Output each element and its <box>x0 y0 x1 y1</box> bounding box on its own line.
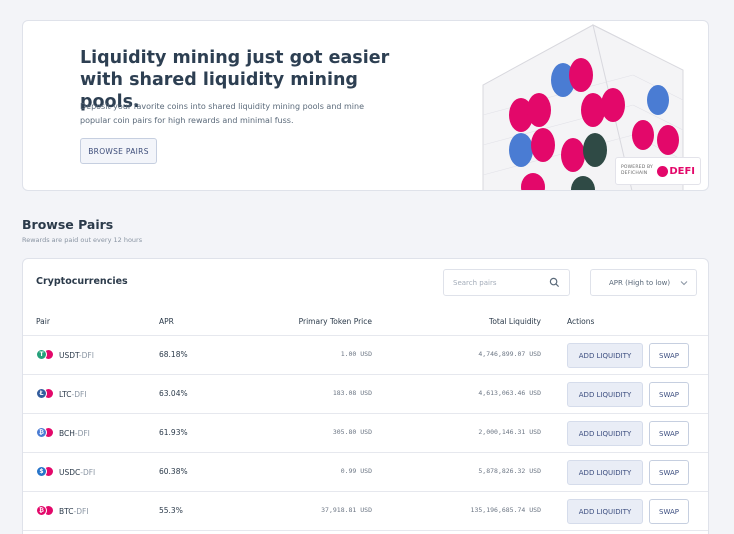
pair-icon: ₿ <box>36 425 55 441</box>
defichain-logo-icon <box>657 165 669 177</box>
browse-pairs-button[interactable]: BROWSE PAIRS <box>80 138 157 164</box>
pair-cell: ₿ BTC-DFI <box>36 503 89 519</box>
pair-cell: T USDT-DFI <box>36 347 94 363</box>
hero-description: Deposit your favorite coins into shared … <box>80 102 365 125</box>
pair-suffix: -DFI <box>73 506 89 516</box>
apr-value: 60.38% <box>159 467 188 476</box>
column-pair: Pair <box>36 317 50 326</box>
liquidity-value: 135,196,685.74 USD <box>470 506 541 514</box>
token-icon: ₿ <box>36 427 47 438</box>
swap-button[interactable]: SWAP <box>649 382 689 407</box>
pair-name: USDT-DFI <box>59 351 94 360</box>
search-placeholder: Search pairs <box>453 278 497 287</box>
pair-suffix: -DFI <box>78 350 94 360</box>
column-apr: APR <box>159 317 174 326</box>
column-price: Primary Token Price <box>298 317 372 326</box>
liquidity-value: 5,878,826.32 USD <box>478 467 541 475</box>
section-title: Browse Pairs <box>22 217 114 232</box>
pair-token: USDC <box>59 467 81 477</box>
pairs-panel: Cryptocurrencies Search pairs APR (High … <box>22 258 709 534</box>
pair-cell: Ł LTC-DFI <box>36 386 87 402</box>
table-header: Pair APR Primary Token Price Total Liqui… <box>23 311 708 336</box>
apr-value: 63.04% <box>159 389 188 398</box>
apr-value: 55.3% <box>159 506 183 515</box>
search-icon <box>549 277 560 288</box>
liquidity-value: 2,000,146.31 USD <box>478 428 541 436</box>
pair-icon: Ł <box>36 386 55 402</box>
add-liquidity-button[interactable]: ADD LIQUIDITY <box>567 343 643 368</box>
pair-cell: ₿ BCH-DFI <box>36 425 90 441</box>
table-row: ₿ BTC-DFI 55.3% 37,918.81 USD 135,196,68… <box>23 492 708 531</box>
chevron-down-icon <box>680 280 688 285</box>
column-liquidity: Total Liquidity <box>489 317 541 326</box>
add-liquidity-button[interactable]: ADD LIQUIDITY <box>567 382 643 407</box>
swap-button[interactable]: SWAP <box>649 421 689 446</box>
pair-suffix: -DFI <box>71 389 87 399</box>
column-actions: Actions <box>567 317 595 326</box>
price-value: 37,918.81 USD <box>321 506 372 514</box>
pair-suffix: -DFI <box>74 428 90 438</box>
sort-dropdown[interactable]: APR (High to low) <box>590 269 697 296</box>
powered-by-badge: POWERED BY DEFICHAIN DEFI <box>615 157 701 185</box>
table-row: $ USDC-DFI 60.38% 0.99 USD 5,878,826.32 … <box>23 453 708 492</box>
defichain-logo: DEFI <box>657 165 695 177</box>
table-row: T USDT-DFI 68.18% 1.00 USD 4,746,899.07 … <box>23 336 708 375</box>
price-value: 183.08 USD <box>332 389 372 397</box>
powered-by-text: POWERED BY DEFICHAIN <box>621 165 654 176</box>
pair-token: USDT <box>59 350 79 360</box>
add-liquidity-button[interactable]: ADD LIQUIDITY <box>567 421 643 446</box>
token-icon: T <box>36 349 47 360</box>
pair-token: BTC <box>59 506 74 516</box>
pair-name: BCH-DFI <box>59 429 90 438</box>
pair-cell: $ USDC-DFI <box>36 464 95 480</box>
add-liquidity-button[interactable]: ADD LIQUIDITY <box>567 460 643 485</box>
token-icon: $ <box>36 466 47 477</box>
section-subtitle: Rewards are paid out every 12 hours <box>22 236 143 244</box>
pair-icon: T <box>36 347 55 363</box>
token-icon: ₿ <box>36 505 47 516</box>
add-liquidity-button[interactable]: ADD LIQUIDITY <box>567 499 643 524</box>
apr-value: 68.18% <box>159 350 188 359</box>
search-input[interactable]: Search pairs <box>443 269 570 296</box>
swap-button[interactable]: SWAP <box>649 499 689 524</box>
pair-icon: $ <box>36 464 55 480</box>
price-value: 0.99 USD <box>340 467 372 475</box>
pair-icon: ₿ <box>36 503 55 519</box>
pair-name: BTC-DFI <box>59 507 89 516</box>
pair-token: BCH <box>59 428 75 438</box>
token-icon: Ł <box>36 388 47 399</box>
pair-token: LTC <box>59 389 72 399</box>
liquidity-value: 4,746,899.07 USD <box>478 350 541 358</box>
price-value: 305.80 USD <box>332 428 372 436</box>
swap-button[interactable]: SWAP <box>649 343 689 368</box>
pair-suffix: -DFI <box>80 467 96 477</box>
pair-name: LTC-DFI <box>59 390 87 399</box>
liquidity-value: 4,613,063.46 USD <box>478 389 541 397</box>
table-row: Ł LTC-DFI 63.04% 183.08 USD 4,613,063.46… <box>23 375 708 414</box>
swap-button[interactable]: SWAP <box>649 460 689 485</box>
panel-title: Cryptocurrencies <box>36 276 128 287</box>
apr-value: 61.93% <box>159 428 188 437</box>
hero-banner: Liquidity mining just got easier with sh… <box>22 20 709 191</box>
defichain-logo-text: DEFI <box>669 165 695 177</box>
price-value: 1.00 USD <box>340 350 372 358</box>
pair-name: USDC-DFI <box>59 468 95 477</box>
sort-label: APR (High to low) <box>609 278 671 287</box>
table-row: ₿ BCH-DFI 61.93% 305.80 USD 2,000,146.31… <box>23 414 708 453</box>
